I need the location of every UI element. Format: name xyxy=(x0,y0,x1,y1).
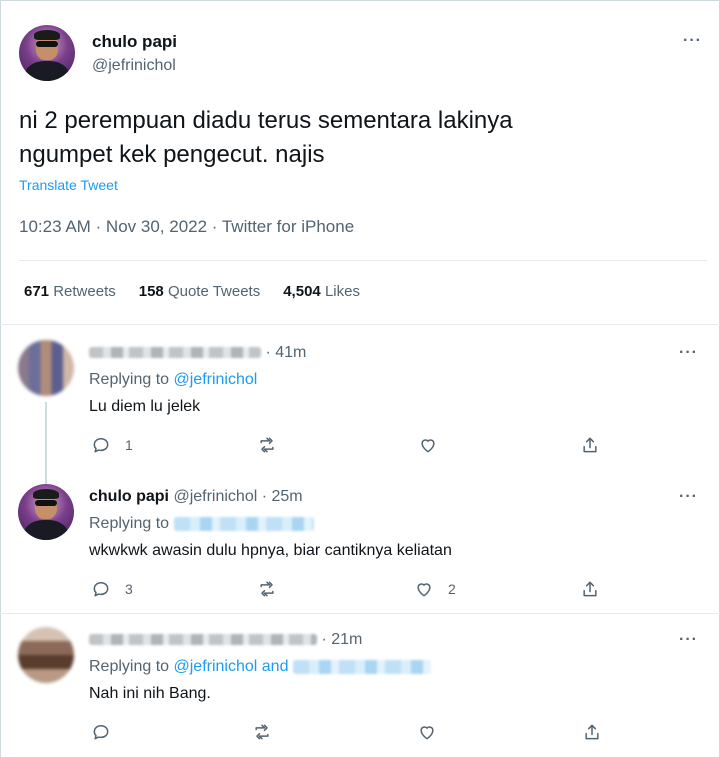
more-options-icon[interactable]: ··· xyxy=(679,344,698,362)
thread-line xyxy=(45,472,47,484)
author-avatar[interactable] xyxy=(19,25,75,81)
reply-actions: 3 2 xyxy=(89,579,609,601)
reply-header: chulo papi @jefrinichol · 25m xyxy=(89,488,303,506)
retweet-button[interactable] xyxy=(257,435,277,455)
divider xyxy=(19,260,707,261)
redacted-mention xyxy=(292,659,431,674)
comment-icon xyxy=(93,725,109,740)
reply-time[interactable]: · 21m xyxy=(321,631,362,648)
thread-line xyxy=(45,402,47,480)
share-icon xyxy=(585,724,599,740)
redacted-username xyxy=(89,634,317,646)
quote-tweets-stat[interactable]: 158 Quote Tweets xyxy=(139,283,260,300)
heart-icon xyxy=(421,439,435,453)
reply-actions xyxy=(89,722,609,744)
reply-header: · 21m xyxy=(89,631,362,649)
reply-tweet[interactable]: · 21m ··· Replying to @jefrinichol and N… xyxy=(0,627,720,752)
mention-link[interactable]: @jefrinichol xyxy=(174,371,258,388)
more-options-icon[interactable]: ··· xyxy=(679,631,698,649)
reply-tweet[interactable]: · 41m ··· Replying to @jefrinichol Lu di… xyxy=(0,340,720,480)
reply-button[interactable]: 1 xyxy=(91,435,133,455)
reply-avatar-blurred[interactable] xyxy=(18,627,74,683)
divider xyxy=(0,613,720,614)
reply-button[interactable]: 3 xyxy=(91,579,133,599)
like-button[interactable]: 2 xyxy=(414,579,456,599)
replying-to: Replying to xyxy=(89,515,314,533)
reply-time[interactable]: · 41m xyxy=(265,344,306,361)
heart-icon xyxy=(420,726,434,740)
comment-icon xyxy=(93,582,109,597)
reply-text: wkwkwk awasin dulu hpnya, biar cantiknya… xyxy=(89,542,452,559)
tweet-timestamp[interactable]: 10:23 AM · Nov 30, 2022 · Twitter for iP… xyxy=(19,217,354,237)
retweet-icon xyxy=(260,437,274,453)
replying-to: Replying to @jefrinichol xyxy=(89,371,258,388)
reply-text: Lu diem lu jelek xyxy=(89,398,201,415)
retweet-icon xyxy=(255,724,269,740)
divider xyxy=(0,324,720,325)
translate-tweet-link[interactable]: Translate Tweet xyxy=(19,177,118,193)
tweet-text-line2: ngumpet kek pengecut. najis xyxy=(19,141,325,168)
redacted-mention xyxy=(173,516,314,531)
reply-author-name[interactable]: chulo papi xyxy=(89,488,169,505)
reply-actions: 1 xyxy=(89,435,609,457)
tweet-text-line1: ni 2 perempuan diadu terus sementara lak… xyxy=(19,107,513,134)
share-button[interactable] xyxy=(582,722,602,742)
more-options-icon[interactable]: ··· xyxy=(683,32,702,50)
share-icon xyxy=(583,437,597,453)
retweet-button[interactable] xyxy=(252,722,272,742)
likes-stat[interactable]: 4,504 Likes xyxy=(283,283,360,300)
author-handle[interactable]: @jefrinichol xyxy=(92,57,176,75)
reply-button[interactable] xyxy=(91,722,111,742)
more-options-icon[interactable]: ··· xyxy=(679,488,698,506)
mention-link[interactable]: @jefrinichol xyxy=(174,658,258,675)
share-button[interactable] xyxy=(580,435,600,455)
reply-avatar-blurred[interactable] xyxy=(18,340,74,396)
share-button[interactable] xyxy=(580,579,600,599)
reply-header: · 41m xyxy=(89,344,306,362)
heart-icon xyxy=(417,583,431,597)
retweets-stat[interactable]: 671 Retweets xyxy=(24,283,116,300)
tweet-stats: 671 Retweets 158 Quote Tweets 4,504 Like… xyxy=(24,283,360,300)
reply-time[interactable]: · 25m xyxy=(262,488,303,505)
like-button[interactable] xyxy=(417,722,437,742)
main-tweet: chulo papi @jefrinichol ··· ni 2 perempu… xyxy=(0,0,720,325)
reply-tweet[interactable]: chulo papi @jefrinichol · 25m ··· Replyi… xyxy=(0,472,720,616)
retweet-button[interactable] xyxy=(257,579,277,599)
retweet-icon xyxy=(260,581,274,597)
replying-to: Replying to @jefrinichol and xyxy=(89,658,431,676)
tweet-text: ni 2 perempuan diadu terus sementara lak… xyxy=(19,104,669,172)
reply-author-handle[interactable]: @jefrinichol xyxy=(173,488,257,505)
comment-icon xyxy=(93,438,109,453)
reply-text: Nah ini nih Bang. xyxy=(89,685,211,702)
redacted-username xyxy=(89,347,261,359)
like-button[interactable] xyxy=(418,435,438,455)
author-name[interactable]: chulo papi xyxy=(92,32,177,52)
reply-avatar[interactable] xyxy=(18,484,74,540)
share-icon xyxy=(583,581,597,597)
